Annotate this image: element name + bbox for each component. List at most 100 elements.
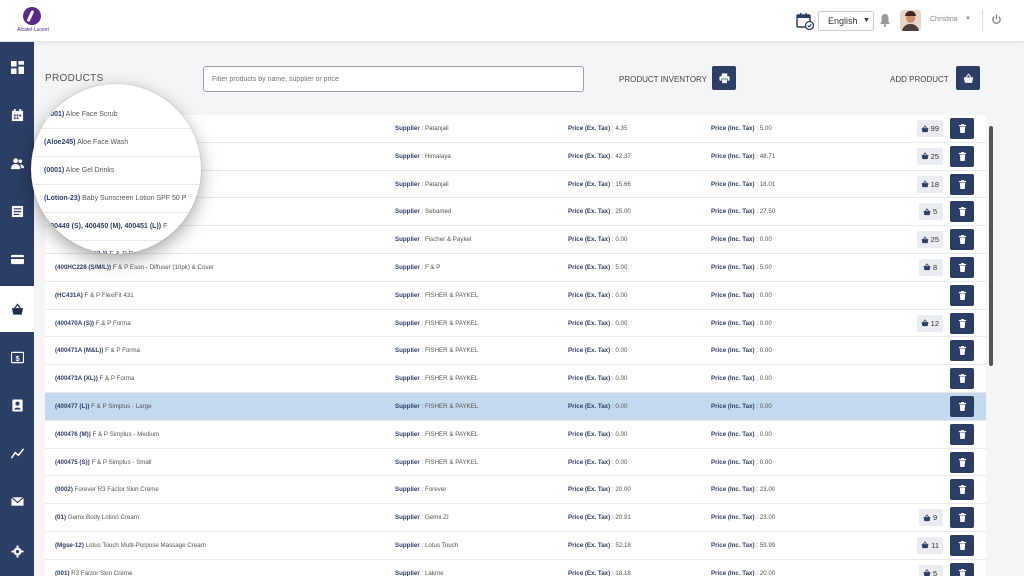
sidebar-item-payments[interactable] [0, 236, 34, 282]
sidebar-item-reports[interactable] [0, 430, 34, 476]
table-row[interactable]: (001) R3 Factor Skin Crème Supplier : Lak… [45, 559, 986, 576]
sidebar-item-documents[interactable] [0, 188, 34, 234]
table-row[interactable]: (01) Gemx Body Lotion Cream Supplier : Ge… [45, 504, 986, 532]
table-row[interactable]: (HC431A) F & P FlexiFit 431 Supplier : FI… [45, 281, 986, 310]
table-scrollbar[interactable] [989, 126, 993, 366]
table-row[interactable]: (0002) Forever R3 Factor Skin Crème Suppl… [45, 476, 986, 505]
delete-product-button[interactable] [950, 118, 974, 139]
table-row[interactable]: (400470A (S)) F & P Forma Supplier : FISH… [45, 309, 986, 338]
trash-icon [958, 540, 967, 550]
stock-badge[interactable]: 25 [916, 147, 943, 165]
price-ex-tax-cell: Price (Ex. Tax) : 0.00 [568, 458, 628, 466]
stock-badge[interactable]: 5 [919, 564, 943, 576]
price-inc-tax-cell: Price (Inc. Tax) : 48.71 [711, 152, 776, 160]
price-ex-tax-cell: Price (Ex. Tax) : 0.00 [568, 430, 628, 438]
company-logo[interactable]: Alcatel·Lucent [16, 7, 49, 35]
delete-product-button[interactable] [950, 145, 974, 167]
delete-product-button[interactable] [950, 312, 974, 334]
stock-badge[interactable]: 12 [916, 314, 943, 332]
delete-product-button[interactable] [950, 201, 974, 223]
delete-product-button[interactable] [950, 423, 974, 445]
sidebar-item-billing[interactable]: $ [0, 334, 34, 380]
printer-icon [718, 72, 730, 84]
supplier-cell: Supplier : Himalaya [395, 152, 451, 160]
avatar[interactable] [900, 10, 921, 31]
delete-product-button[interactable] [950, 340, 974, 362]
supplier-cell: Supplier : Forever [395, 486, 447, 494]
price-inc-tax-cell: Price (Inc. Tax) : 0.00 [711, 375, 772, 383]
trash-icon [958, 401, 967, 411]
table-row[interactable]: (400HC228 (S/M/L)) F & P Eson - Diffuser… [45, 253, 986, 282]
product-name: (400470A (S)) F & P Forma [55, 319, 131, 327]
delete-product-button[interactable] [950, 368, 974, 390]
stock-badge[interactable]: 11 [917, 536, 943, 554]
delete-product-button[interactable] [950, 534, 974, 556]
table-row[interactable]: (400471A (M&L)) F & P Forma Supplier : FI… [45, 337, 986, 366]
table-row[interactable]: (400475 (S)) F & P Simplus - Small Suppli… [45, 448, 986, 477]
table-row[interactable]: (400477 (L)) F & P Simplus - Large Suppli… [45, 392, 986, 421]
delete-product-button[interactable] [950, 229, 974, 251]
basket-icon [923, 208, 931, 216]
stock-badge[interactable]: 99 [916, 120, 943, 137]
magnified-row: (400449 (S), 400450 (M), 400451 (L)) F [31, 213, 201, 241]
price-inc-tax-cell: Price (Inc. Tax) : 0.00 [711, 291, 772, 299]
sidebar-item-settings[interactable] [0, 528, 34, 574]
delete-product-button[interactable] [950, 562, 974, 576]
sidebar-item-contacts[interactable] [0, 382, 34, 428]
supplier-cell: Supplier : Sebamed [395, 208, 452, 216]
chevron-down-icon: ▼ [863, 17, 870, 24]
table-row[interactable]: (400473A (XL)) F & P Forma Supplier : FIS… [45, 365, 986, 393]
trash-icon [958, 374, 967, 384]
stock-badge[interactable]: 25 [916, 231, 943, 249]
sidebar-item-calendar[interactable] [0, 92, 34, 138]
table-row[interactable]: (400476 (M)) F & P Simplus - Medium Suppl… [45, 420, 986, 449]
delete-product-button[interactable] [950, 256, 974, 278]
mail-icon [10, 496, 24, 506]
product-name: (HC431A) F & P FlexiFit 431 [55, 291, 134, 299]
delete-product-button[interactable] [950, 395, 974, 417]
delete-product-button[interactable] [950, 479, 974, 501]
top-bar: Alcatel·Lucent English ▼ Christina ▼ [0, 0, 1024, 42]
delete-product-button[interactable] [950, 173, 974, 195]
price-inc-tax-cell: Price (Inc. Tax) : 0.00 [711, 236, 772, 244]
supplier-cell: Supplier : FISHER & PAYKEL [395, 347, 479, 355]
filter-input[interactable] [203, 66, 584, 92]
sidebar-item-dashboard[interactable] [0, 44, 34, 90]
delete-product-button[interactable] [950, 507, 974, 529]
sidebar-item-users[interactable] [0, 140, 34, 186]
product-code: (400HC228 (S/M/L)) [55, 263, 112, 271]
language-select[interactable]: English ▼ [818, 11, 874, 31]
power-icon[interactable] [991, 14, 1002, 25]
supplier-cell: Supplier : Fischer & Paykel [395, 236, 472, 244]
table-row[interactable]: (Mgse-12) Lotus Touch Multi-Purpose Mass… [45, 531, 986, 560]
add-product-button[interactable] [956, 66, 980, 90]
stock-badge[interactable]: 5 [919, 203, 943, 221]
price-ex-tax-cell: Price (Ex. Tax) : 0.00 [568, 236, 628, 244]
price-ex-tax-cell: Price (Ex. Tax) : 4.35 [568, 125, 628, 132]
stock-badge[interactable]: 9 [919, 509, 943, 527]
trash-icon [958, 207, 967, 217]
bell-icon[interactable] [879, 13, 891, 27]
price-inc-tax-cell: Price (Inc. Tax) : 5.00 [711, 263, 772, 271]
supplier-cell: Supplier : FISHER & PAYKEL [395, 375, 479, 383]
product-inventory-button[interactable] [712, 66, 736, 90]
price-inc-tax-cell: Price (Inc. Tax) : 0.00 [711, 347, 772, 355]
delete-product-button[interactable] [950, 451, 974, 473]
basket-icon [923, 513, 931, 522]
trash-icon [958, 179, 967, 189]
calendar-check-icon[interactable] [796, 12, 814, 30]
delete-product-button[interactable] [950, 284, 974, 306]
supplier-cell: Supplier : Lakme [395, 569, 444, 576]
supplier-cell: Supplier : Lotus Touch [395, 541, 459, 549]
stock-badge[interactable]: 18 [916, 175, 943, 193]
sidebar-item-products[interactable] [0, 286, 34, 332]
stock-badge[interactable]: 8 [919, 258, 943, 276]
product-name: (400477 (L)) F & P Simplus - Large [55, 402, 152, 410]
basket-icon [921, 541, 929, 549]
sidebar-item-messages[interactable] [0, 478, 34, 524]
price-ex-tax-cell: Price (Ex. Tax) : 15.66 [568, 180, 631, 188]
user-name[interactable]: Christina [930, 16, 958, 23]
trash-icon [958, 151, 967, 161]
user-menu-chevron-icon[interactable]: ▼ [965, 16, 971, 22]
price-inc-tax-cell: Price (Inc. Tax) : 23.00 [711, 486, 776, 494]
